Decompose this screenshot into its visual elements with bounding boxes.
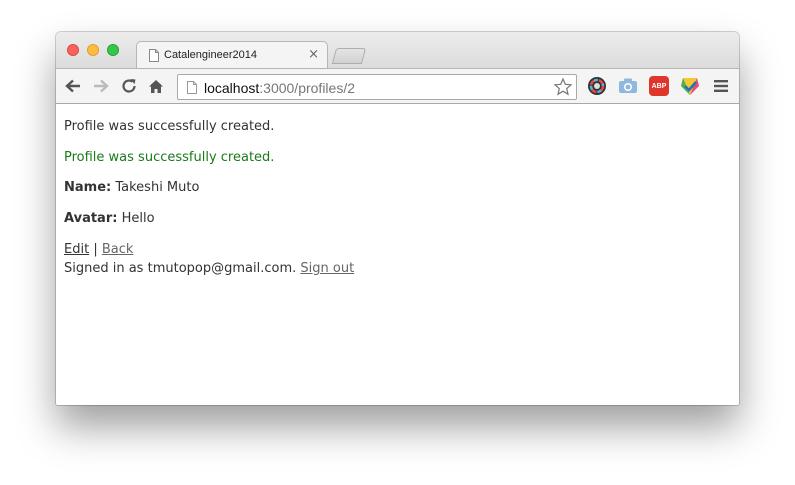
close-tab-icon[interactable]: × [308, 47, 319, 62]
sign-out-link[interactable]: Sign out [300, 261, 354, 276]
url-host: localhost [204, 80, 260, 96]
minimize-window-button[interactable] [87, 44, 99, 56]
name-value: Takeshi Muto [115, 180, 200, 195]
browser-toolbar: localhost:3000/profiles/2 ABP [56, 68, 739, 104]
avatar-value: Hello [121, 211, 155, 226]
notice-message: Profile was successfully created. [64, 119, 275, 134]
color-picker-icon[interactable] [587, 76, 607, 96]
link-separator: | [93, 242, 98, 257]
title-bar: Catalengineer2014 × [56, 32, 739, 69]
tab-title: Catalengineer2014 [164, 49, 257, 61]
avatar-row: Avatar: Hello [64, 211, 155, 226]
url-text[interactable]: localhost:3000/profiles/2 [204, 80, 355, 96]
url-path: :3000/profiles/2 [259, 80, 355, 96]
signed-in-text: Signed in as tmutopop@gmail.com. [64, 261, 297, 276]
avatar-label: Avatar: [64, 211, 118, 226]
name-label: Name: [64, 180, 112, 195]
menu-icon[interactable] [711, 76, 731, 96]
browser-window: Catalengineer2014 × localhost:3000/profi… [56, 32, 739, 405]
camera-icon[interactable] [618, 76, 638, 96]
back-link[interactable]: Back [102, 242, 134, 257]
document-icon [149, 49, 159, 62]
edit-link[interactable]: Edit [64, 242, 89, 257]
new-tab-button[interactable] [331, 48, 367, 64]
action-links: Edit | Back [64, 242, 133, 257]
success-notice: Profile was successfully created. [64, 150, 275, 165]
signed-in-status: Signed in as tmutopop@gmail.com. Sign ou… [64, 261, 354, 276]
bookmark-star-icon[interactable] [553, 77, 573, 97]
browser-tab[interactable]: Catalengineer2014 × [136, 41, 328, 69]
back-arrow-icon[interactable] [62, 75, 84, 97]
home-icon[interactable] [145, 75, 167, 97]
close-window-button[interactable] [67, 44, 79, 56]
reload-icon[interactable] [118, 75, 140, 97]
page-content: Profile was successfully created. Profil… [56, 104, 739, 405]
adblock-plus-icon[interactable]: ABP [649, 76, 669, 96]
address-bar[interactable]: localhost:3000/profiles/2 [177, 74, 577, 100]
check-shield-icon[interactable] [680, 76, 700, 96]
page-icon [187, 81, 197, 94]
maximize-window-button[interactable] [107, 44, 119, 56]
forward-arrow-icon[interactable] [90, 75, 112, 97]
name-row: Name: Takeshi Muto [64, 180, 199, 195]
